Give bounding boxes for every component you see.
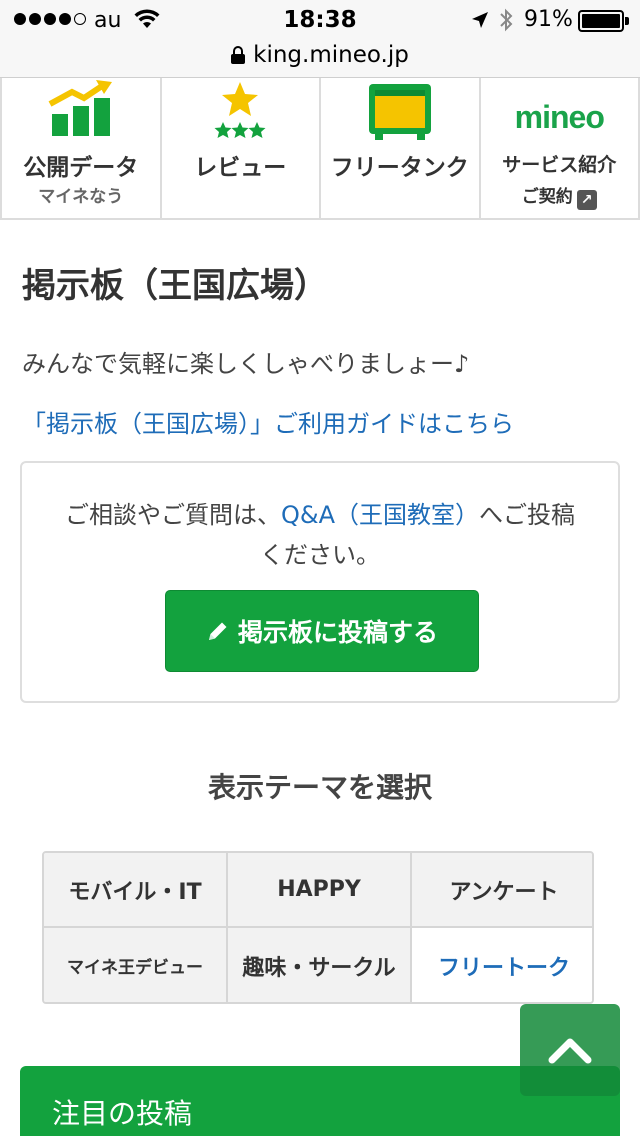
theme-debut[interactable]: マイネ王デビュー [44, 928, 228, 1002]
theme-heading: 表示テーマを選択 [207, 771, 432, 804]
location-arrow-icon [470, 10, 490, 34]
theme-free-talk[interactable]: フリートーク [412, 928, 592, 1002]
external-link-icon: ↗ [576, 190, 597, 210]
qa-link[interactable]: Q&A（王国教室） [281, 501, 479, 529]
nav-review-label: レビュー [194, 155, 287, 181]
battery-icon [578, 10, 624, 32]
top-nav: 公開データ マイネなう レビュー フリータンク mineo サービス紹介 ご契約… [0, 78, 640, 220]
featured-posts-title: 注目の投稿 [52, 1097, 193, 1130]
battery-tip [625, 17, 629, 25]
status-bar: au 18:38 91% [0, 0, 640, 40]
notice-text: ご相談やご質問は、Q&A（王国教室）へご投稿ください。 [62, 495, 578, 575]
nav-free-tank-label: フリータンク [330, 155, 469, 181]
notice-box: ご相談やご質問は、Q&A（王国教室）へご投稿ください。 掲示板に投稿する [20, 461, 620, 703]
nav-review[interactable]: レビュー [161, 78, 321, 218]
nav-public-data[interactable]: 公開データ マイネなう [0, 78, 162, 218]
chart-up-icon [2, 78, 160, 140]
mineo-logo: mineo [514, 99, 605, 135]
nav-public-data-label: 公開データ [23, 155, 139, 181]
mineo-logo-wrap: mineo [481, 78, 639, 140]
theme-survey[interactable]: アンケート [412, 853, 592, 928]
post-to-board-button[interactable]: 掲示板に投稿する [165, 590, 479, 672]
battery-percentage: 91% [524, 7, 573, 32]
page-title: 掲示板（王国広場） [22, 266, 328, 306]
nav-contract-label: ご契約 [521, 187, 573, 207]
nav-mineo-service[interactable]: mineo サービス紹介 ご契約 ↗ [480, 78, 640, 218]
usage-guide-link[interactable]: 「掲示板（王国広場）」ご利用ガイドはこちら [22, 404, 514, 439]
theme-selector: モバイル・IT HAPPY アンケート マイネ王デビュー 趣味・サークル フリー… [42, 851, 594, 1004]
nav-free-tank[interactable]: フリータンク [321, 78, 481, 218]
scroll-to-top-button[interactable] [520, 1004, 620, 1096]
page-description: みんなで気軽に楽しくしゃべりましょー♪ [22, 350, 470, 378]
address-bar[interactable]: king.mineo.jp [0, 40, 640, 78]
nav-contract-sub: ご契約 ↗ [481, 182, 639, 210]
theme-mobile-it[interactable]: モバイル・IT [44, 853, 228, 928]
star-rating-icon [162, 78, 320, 140]
bluetooth-icon [498, 7, 514, 37]
nav-public-data-sub: マイネなう [38, 187, 124, 207]
notice-text-before: ご相談やご質問は、 [64, 501, 281, 529]
theme-happy[interactable]: HAPPY [228, 853, 412, 928]
chevron-up-icon [548, 1038, 592, 1064]
pencil-icon [208, 622, 227, 640]
url-text: king.mineo.jp [253, 42, 409, 68]
lock-icon [231, 46, 246, 64]
post-button-label: 掲示板に投稿する [237, 619, 438, 647]
nav-service-label: サービス紹介 [502, 154, 617, 176]
theme-hobby-circle[interactable]: 趣味・サークル [228, 928, 412, 1002]
tank-icon [321, 78, 479, 140]
